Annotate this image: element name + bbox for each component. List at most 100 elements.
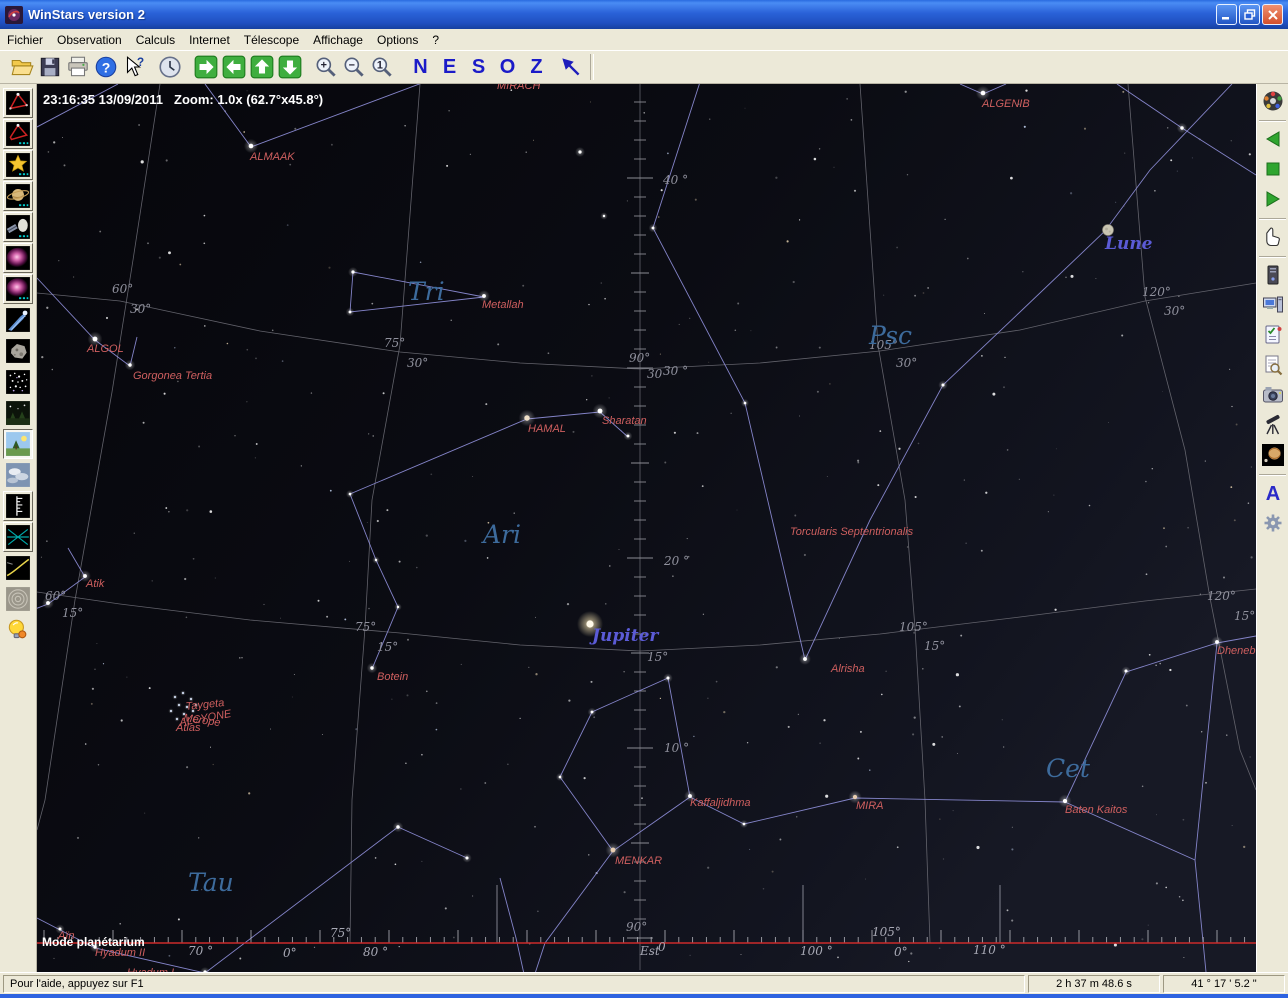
svg-text:105°: 105° bbox=[872, 925, 901, 939]
toggle-star-names[interactable] bbox=[3, 150, 33, 180]
camera-icon bbox=[1261, 383, 1285, 407]
toolbar-button-clock[interactable] bbox=[156, 53, 184, 81]
tool-hand-pointer[interactable] bbox=[1260, 224, 1286, 250]
toolbar-button-north[interactable]: N bbox=[406, 53, 435, 81]
toolbar-button-print[interactable] bbox=[64, 53, 92, 81]
tool-telescope[interactable] bbox=[1260, 412, 1286, 438]
menu-?[interactable]: ? bbox=[425, 31, 446, 49]
sky-view[interactable]: MIRACHALMAAKALGENIBMetallahALGOLGorgonea… bbox=[37, 84, 1256, 972]
toggle-night-landscape[interactable] bbox=[3, 398, 33, 428]
svg-text:Metallah: Metallah bbox=[482, 299, 524, 311]
svg-text:15°: 15° bbox=[62, 606, 83, 620]
tool-server-tower[interactable] bbox=[1260, 262, 1286, 288]
toolbar-button-zoom-reset[interactable]: 1 bbox=[368, 53, 396, 81]
toggle-planets[interactable] bbox=[3, 181, 33, 211]
server-tower-icon bbox=[1261, 263, 1285, 287]
svg-text:80 °: 80 ° bbox=[363, 945, 388, 959]
toggle-nebulae-names[interactable] bbox=[3, 274, 33, 304]
menu-options[interactable]: Options bbox=[370, 31, 425, 49]
svg-text:90°: 90° bbox=[629, 351, 650, 365]
tool-computer[interactable] bbox=[1260, 292, 1286, 318]
minimize-button[interactable] bbox=[1216, 4, 1237, 25]
tool-media-film[interactable] bbox=[1260, 88, 1286, 114]
toggle-clouds[interactable] bbox=[3, 460, 33, 490]
svg-text:−: − bbox=[349, 60, 355, 72]
tool-stop[interactable] bbox=[1260, 156, 1286, 182]
restore-button[interactable] bbox=[1239, 4, 1260, 25]
toolbar-button-pan-up[interactable] bbox=[248, 53, 276, 81]
menu-observation[interactable]: Observation bbox=[50, 31, 129, 49]
toggle-coordinate-grid[interactable] bbox=[3, 522, 33, 552]
toggle-day-landscape[interactable] bbox=[3, 429, 33, 459]
nebulae-icon bbox=[5, 245, 31, 271]
toggle-satellites[interactable] bbox=[3, 212, 33, 242]
svg-text:15°: 15° bbox=[924, 639, 945, 653]
tool-planet-view[interactable] bbox=[1260, 442, 1286, 468]
toggle-light-bulb[interactable] bbox=[3, 615, 33, 645]
menu-tlescope[interactable]: Télescope bbox=[237, 31, 306, 49]
toggle-constellation-lines[interactable] bbox=[3, 88, 33, 118]
svg-text:60°: 60° bbox=[45, 589, 66, 603]
toggle-nebulae[interactable] bbox=[3, 243, 33, 273]
toggle-altitude-scale[interactable] bbox=[3, 491, 33, 521]
toolbar-button-south[interactable]: S bbox=[464, 53, 493, 81]
ecliptic-line-icon bbox=[5, 555, 31, 581]
context-help-icon: ? bbox=[121, 54, 147, 80]
svg-text:Botein: Botein bbox=[377, 671, 408, 683]
zoom-reset-icon: 1 bbox=[369, 54, 395, 80]
sky-canvas[interactable]: MIRACHALMAAKALGENIBMetallahALGOLGorgonea… bbox=[37, 84, 1256, 972]
svg-text:Atik: Atik bbox=[85, 578, 105, 590]
menu-affichage[interactable]: Affichage bbox=[306, 31, 370, 49]
toggle-star-clusters[interactable] bbox=[3, 367, 33, 397]
tool-camera[interactable] bbox=[1260, 382, 1286, 408]
tool-document-search[interactable] bbox=[1260, 352, 1286, 378]
tool-settings-checklist[interactable] bbox=[1260, 322, 1286, 348]
altitude-scale-icon bbox=[5, 493, 31, 519]
tool-play[interactable] bbox=[1260, 186, 1286, 212]
toggle-constellation-names[interactable] bbox=[3, 119, 33, 149]
toolbar-button-diagonal-arrow[interactable] bbox=[557, 53, 585, 81]
toolbar-button-east[interactable]: E bbox=[435, 53, 464, 81]
planet-view-icon bbox=[1261, 443, 1285, 467]
tool-letter-a[interactable]: A bbox=[1260, 480, 1286, 506]
field-circles-icon bbox=[5, 586, 31, 612]
toolbar-button-zoom-out[interactable]: − bbox=[340, 53, 368, 81]
svg-text:15°: 15° bbox=[647, 650, 668, 664]
toolbar-button-pan-left[interactable] bbox=[220, 53, 248, 81]
svg-text:30°: 30° bbox=[896, 356, 917, 370]
toggle-asteroids[interactable] bbox=[3, 336, 33, 366]
toolbar-button-open[interactable] bbox=[8, 53, 36, 81]
rewind-icon bbox=[1261, 127, 1285, 151]
svg-text:Cet: Cet bbox=[1046, 754, 1091, 783]
hand-pointer-icon bbox=[1261, 225, 1285, 249]
tool-rewind[interactable] bbox=[1260, 126, 1286, 152]
toolbar-button-pan-right[interactable] bbox=[192, 53, 220, 81]
svg-text:Tri: Tri bbox=[408, 277, 445, 306]
svg-text:ALGOL: ALGOL bbox=[86, 343, 124, 355]
tool-gear[interactable] bbox=[1260, 510, 1286, 536]
svg-text:?: ? bbox=[137, 55, 144, 69]
svg-text:75°: 75° bbox=[330, 926, 351, 940]
app-icon bbox=[5, 6, 23, 24]
menu-internet[interactable]: Internet bbox=[182, 31, 237, 49]
toolbar-button-zoom-in[interactable]: + bbox=[312, 53, 340, 81]
menu-fichier[interactable]: Fichier bbox=[0, 31, 50, 49]
toolbar-button-west[interactable]: O bbox=[493, 53, 522, 81]
toolbar-button-save[interactable] bbox=[36, 53, 64, 81]
toolbar-button-pan-down[interactable] bbox=[276, 53, 304, 81]
toggle-comets[interactable] bbox=[3, 305, 33, 335]
pan-right-icon bbox=[193, 54, 219, 80]
toolbar-button-zenith[interactable]: Z bbox=[522, 53, 551, 81]
toggle-field-circles[interactable] bbox=[3, 584, 33, 614]
status-bar: Pour l'aide, appuyez sur F1 2 h 37 m 48.… bbox=[0, 972, 1288, 994]
close-button[interactable] bbox=[1262, 4, 1283, 25]
toolbar-button-context-help[interactable]: ? bbox=[120, 53, 148, 81]
menu-calculs[interactable]: Calculs bbox=[129, 31, 182, 49]
svg-text:120°: 120° bbox=[1207, 589, 1236, 603]
pan-down-icon bbox=[277, 54, 303, 80]
svg-text:90°: 90° bbox=[626, 920, 647, 934]
svg-text:?: ? bbox=[102, 59, 111, 75]
svg-text:105°: 105° bbox=[899, 620, 928, 634]
toggle-ecliptic-line[interactable] bbox=[3, 553, 33, 583]
toolbar-button-help[interactable]: ? bbox=[92, 53, 120, 81]
